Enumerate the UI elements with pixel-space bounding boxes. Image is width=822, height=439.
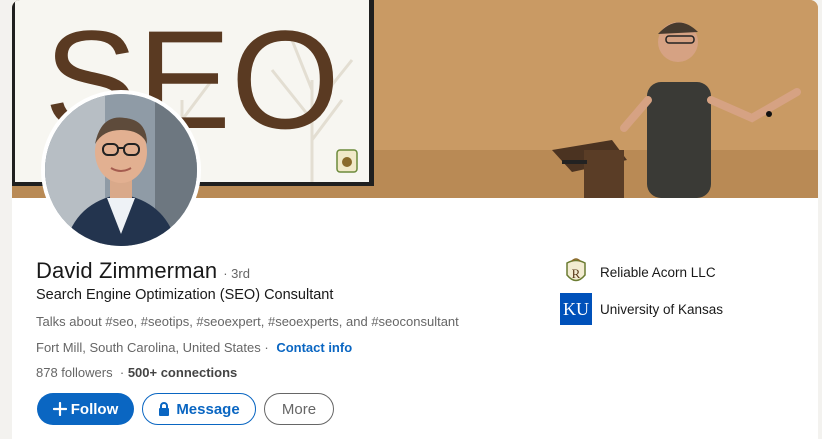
follow-label: Follow [70, 400, 119, 418]
name-row: David Zimmerman · 3rd [36, 258, 250, 284]
connections-count: 500+ connections [127, 365, 238, 380]
profile-headline: Search Engine Optimization (SEO) Consult… [36, 287, 334, 303]
profile-name: David Zimmerman [36, 258, 218, 283]
org-reliable-acorn[interactable]: R Reliable Acorn LLC [560, 256, 716, 288]
more-button[interactable]: More [264, 393, 334, 425]
message-button[interactable]: Message [142, 393, 256, 425]
location-row: Fort Mill, South Carolina, United States… [36, 340, 352, 355]
more-label: More [281, 400, 317, 418]
profile-location: Fort Mill, South Carolina, United States [36, 340, 261, 355]
location-separator: · [264, 340, 269, 355]
profile-topics: Talks about #seo, #seotips, #seoexpert, … [36, 314, 459, 329]
org-name: University of Kansas [600, 301, 724, 317]
followers-count: 878 followers [36, 365, 113, 380]
profile-photo[interactable] [41, 90, 201, 250]
plus-icon [52, 402, 67, 416]
message-label: Message [176, 400, 240, 418]
lock-icon [158, 402, 170, 416]
connection-degree: · 3rd [223, 266, 250, 281]
acorn-shield-logo: R [560, 256, 592, 288]
network-row: 878 followers · 500+ connections [36, 365, 237, 380]
contact-info-link[interactable]: Contact info [276, 340, 352, 355]
acorn-logo-letter: R [572, 266, 581, 281]
org-university-of-kansas[interactable]: KU University of Kansas [560, 293, 723, 325]
follow-button[interactable]: Follow [37, 393, 134, 425]
org-name: Reliable Acorn LLC [600, 264, 716, 280]
network-separator: · [119, 365, 125, 380]
profile-card: SEO David Zimmerman · 3rd Search Engine … [12, 0, 818, 439]
ku-logo: KU [560, 293, 592, 325]
